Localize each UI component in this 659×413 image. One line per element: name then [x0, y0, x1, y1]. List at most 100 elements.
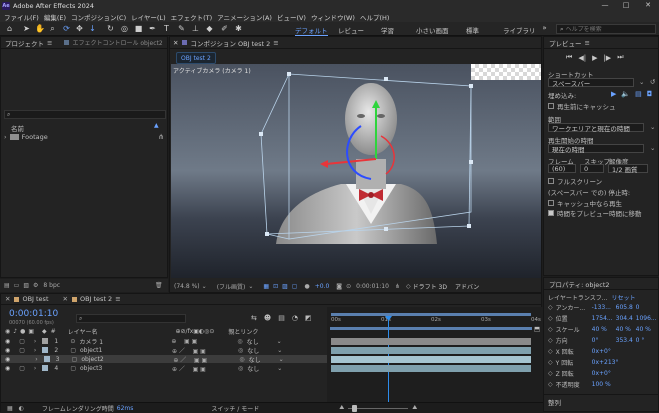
property-value-2[interactable]: 304.4 [616, 315, 636, 322]
workspace-default[interactable]: デフォルト [295, 25, 328, 36]
renderer-label[interactable]: ドラフト 3D [413, 282, 447, 291]
layer-bar[interactable] [331, 356, 531, 363]
move-time-checkbox[interactable] [548, 210, 554, 216]
col-layer-name[interactable]: レイヤー名 [68, 327, 98, 336]
prev-frame-icon[interactable]: ◀| [578, 54, 586, 62]
home-icon[interactable]: ⌂ [5, 24, 14, 33]
parent-pickwhip-icon[interactable]: ◎ [238, 365, 243, 372]
parent-dropdown[interactable]: なし [247, 346, 277, 355]
chevron-down-icon[interactable]: ⌄ [202, 283, 207, 290]
fullscreen-row[interactable]: フルスクリーン [548, 176, 602, 186]
tab-properties[interactable]: プロパティ: object2 [549, 279, 610, 289]
camera-icon[interactable]: ◙ [336, 283, 342, 290]
layer-switches[interactable]: ⊕ ▣ ▣ [171, 338, 231, 345]
minimize-button[interactable]: — [595, 0, 615, 11]
close-tab-icon[interactable]: ✕ [173, 39, 178, 47]
switch-mode-toggle[interactable]: スイッチ / モード [211, 404, 259, 413]
keyframe-icon[interactable]: ◇ [548, 315, 553, 322]
panel-menu-icon[interactable]: ≡ [47, 39, 52, 47]
layer-name[interactable]: object1 [80, 347, 172, 354]
cache-before-row[interactable]: 再生前にキャッシュ [548, 101, 616, 111]
lock-icon[interactable]: ▢ [19, 347, 25, 354]
parent-pickwhip-icon[interactable]: ◎ [239, 356, 244, 363]
last-frame-icon[interactable]: ⏭ [617, 53, 623, 62]
chevron-right-icon[interactable]: › [4, 133, 7, 141]
chevron-down-icon[interactable]: ⌄ [277, 338, 282, 345]
orbit-tool-icon[interactable]: ⟳ [62, 24, 71, 33]
layer-name[interactable]: object3 [80, 365, 172, 372]
property-row[interactable]: ◇ アンカー... -133... 605.8 0 [548, 303, 639, 312]
label-color-swatch[interactable] [42, 347, 49, 353]
tab-effect-controls[interactable]: エフェクトコントロール object2 [72, 38, 162, 47]
property-value-1[interactable]: -133... [592, 304, 616, 311]
property-row[interactable]: ◇ X 回転 0x+0° [548, 347, 636, 356]
close-button[interactable]: ✕ [638, 0, 658, 11]
layer-bar[interactable] [331, 365, 531, 372]
property-value-2[interactable]: 605.8 [616, 304, 636, 311]
close-tab-icon[interactable]: ✕ [63, 295, 68, 303]
layer-row[interactable]: ◉ ▢ › 1 ⊙ カメラ 1 ⊕ ▣ ▣ ◎ なし ⌄ [1, 337, 327, 346]
chevron-down-icon[interactable]: ⌄ [650, 144, 655, 152]
shape-tool-icon[interactable]: ■ [134, 24, 143, 33]
layer-row[interactable]: ◉ ▢ › 2 ▢ object1 ⊕ ／ ▣ ▣ ◎ なし ⌄ [1, 346, 327, 355]
anchor-tool-icon[interactable]: ◎ [120, 24, 129, 33]
move-tool-icon[interactable]: ✥ [75, 24, 84, 33]
property-value-1[interactable]: 0x+213° [592, 359, 619, 366]
range-dropdown[interactable]: ワークエリアと現在の時間 [548, 123, 644, 133]
property-value-1[interactable]: 100 % [592, 381, 616, 388]
overlay-icon[interactable]: ▤ [635, 90, 642, 98]
video-icon[interactable]: ▶ [611, 90, 616, 98]
chevron-right-icon[interactable]: › [34, 365, 36, 372]
lock-icon[interactable]: ▢ [19, 338, 25, 345]
layer-switches[interactable]: ⊕ ／ ▣ ▣ [172, 364, 232, 373]
comp-viewer[interactable]: アクティブカメラ (カメラ 1) [171, 64, 541, 278]
property-value-3[interactable]: 40 % [636, 326, 651, 333]
resolution-dropdown[interactable]: 1/2 画質 [608, 164, 648, 174]
maximize-button[interactable]: □ [616, 0, 636, 11]
cache-before-checkbox[interactable] [548, 103, 554, 109]
property-row[interactable]: ◇ 不透明度 100 % [548, 380, 636, 389]
roto-tool-icon[interactable]: ✐ [220, 24, 229, 33]
parent-dropdown[interactable]: なし [247, 364, 277, 373]
panel-menu-icon[interactable]: ≡ [585, 39, 590, 47]
eye-icon[interactable]: ◉ [5, 365, 10, 372]
property-value-2[interactable]: 40 % [616, 326, 636, 333]
comp-flow-icon[interactable]: ⇆ [251, 314, 257, 322]
interpret-footage-icon[interactable]: ▤ [4, 282, 10, 289]
selection-tool-icon[interactable]: ➤ [22, 24, 31, 33]
work-area-bar[interactable] [330, 327, 532, 330]
shy-icon[interactable]: ☻ [264, 314, 271, 322]
flowchart-icon[interactable]: ⋔ [395, 283, 400, 290]
pen-tool-icon[interactable]: ✒ [148, 24, 157, 33]
property-value-2[interactable]: 353.4 [616, 337, 636, 344]
tab-obj-test-2[interactable]: OBJ test 2 [80, 295, 112, 303]
chevron-down-icon[interactable]: ⌄ [639, 78, 644, 86]
more-workspaces-icon[interactable]: » [540, 24, 549, 33]
property-value-1[interactable]: 40 % [592, 326, 616, 333]
help-search[interactable]: ⌕ [556, 24, 656, 34]
zoom-slider[interactable] [348, 404, 409, 412]
tab-composition[interactable]: コンポジション OBJ test 2 [190, 38, 270, 48]
workspace-learn[interactable]: 学習 [381, 25, 394, 35]
clone-tool-icon[interactable]: ⊥ [191, 24, 200, 33]
dropdown-icon[interactable]: ◐ [19, 405, 24, 412]
help-search-input[interactable] [565, 25, 646, 33]
skip-dropdown[interactable]: 0 [580, 164, 604, 173]
trash-icon[interactable]: 🗑 [155, 282, 163, 289]
parent-dropdown[interactable]: なし [249, 355, 279, 364]
lock-icon[interactable]: ▢ [19, 365, 25, 372]
zoom-slider-thumb[interactable] [352, 404, 358, 412]
keyframe-icon[interactable]: ◇ [548, 381, 553, 388]
draft-3d-icon[interactable]: ◇ [406, 283, 411, 290]
next-frame-icon[interactable]: |▶ [603, 54, 611, 62]
cache-playing-row[interactable]: キャッシュ中なら再生 [548, 198, 622, 208]
label-color-swatch[interactable] [43, 356, 50, 362]
keyframe-icon[interactable]: ◇ [548, 359, 553, 366]
chevron-down-icon[interactable]: ⌄ [650, 123, 655, 131]
property-value-1[interactable]: 1754... [592, 315, 616, 322]
layer-name[interactable]: object2 [81, 356, 173, 363]
keyframe-icon[interactable]: ◇ [548, 326, 553, 333]
shortcut-dropdown[interactable]: スペースバー [548, 78, 634, 88]
project-col-name[interactable]: 名前 [11, 123, 24, 133]
label-color-swatch[interactable] [42, 338, 49, 344]
